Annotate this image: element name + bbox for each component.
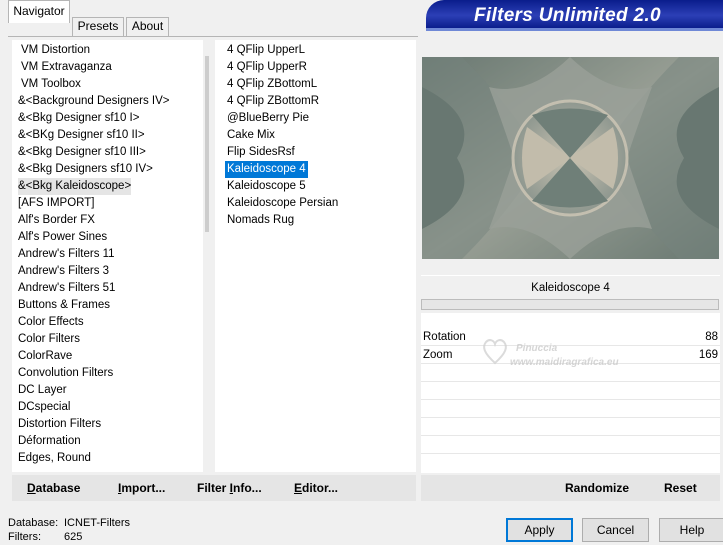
category-item[interactable]: ColorRave — [18, 348, 72, 365]
selected-filter-name: Kaleidoscope 4 — [531, 282, 610, 294]
param-value-zoom[interactable]: 169 — [699, 347, 718, 364]
cancel-button[interactable]: Cancel — [582, 518, 649, 542]
category-item[interactable]: Buttons & Frames — [18, 297, 110, 314]
randomize-button[interactable]: Randomize — [565, 475, 629, 501]
status-filters: Filters: 625 — [8, 531, 82, 544]
param-label-rotation: Rotation — [423, 331, 466, 343]
filter-preview-image — [422, 57, 719, 259]
filter-info-button[interactable]: Filter Info... — [197, 475, 262, 501]
status-database: Database: ICNET-Filters — [8, 517, 130, 530]
param-row-empty — [421, 365, 720, 382]
database-button[interactable]: Database — [27, 475, 80, 501]
filter-item[interactable]: Kaleidoscope 4 — [225, 161, 308, 178]
tab-navigator[interactable]: Navigator — [8, 0, 70, 23]
filter-item[interactable]: 4 QFlip ZBottomR — [225, 93, 321, 110]
scroll-down-icon[interactable]: ▼ — [203, 456, 209, 472]
filter-list[interactable]: 4 QFlip UpperL 4 QFlip UpperR 4 QFlip ZBot… — [215, 40, 416, 472]
category-item[interactable]: &<Bkg Designers sf10 IV> — [18, 161, 153, 178]
category-item[interactable]: DC Layer — [18, 382, 67, 399]
param-row-rotation[interactable]: Rotation 88 — [421, 329, 720, 346]
status-filters-label: Filters: — [8, 531, 41, 543]
category-item[interactable]: Andrew's Filters 51 — [18, 280, 115, 297]
category-item[interactable]: VM Extravaganza — [21, 59, 112, 76]
filter-item[interactable]: Nomads Rug — [225, 212, 296, 229]
kaleidoscope-preview-graphic — [422, 57, 719, 259]
category-item[interactable]: Convolution Filters — [18, 365, 113, 382]
filter-item[interactable]: Cake Mix — [225, 127, 277, 144]
category-item[interactable]: VM Distortion — [21, 42, 90, 59]
filter-item[interactable]: 4 QFlip UpperL — [225, 42, 307, 59]
filter-item[interactable]: 4 QFlip ZBottomL — [225, 76, 319, 93]
category-item[interactable]: Color Filters — [18, 331, 80, 348]
param-row-zoom[interactable]: Zoom 169 — [421, 347, 720, 364]
category-item[interactable]: Déformation — [18, 433, 81, 450]
category-scrollbar[interactable]: ▲ ▼ — [203, 40, 209, 472]
database-accel: D — [27, 481, 36, 495]
category-item[interactable]: Edges, Round — [18, 450, 91, 467]
category-item[interactable]: Alf's Power Sines — [18, 229, 107, 246]
category-item[interactable]: Alf's Border FX — [18, 212, 95, 229]
param-row-empty — [421, 419, 720, 436]
category-item[interactable]: Color Effects — [18, 314, 84, 331]
category-item[interactable]: &<Bkg Designer sf10 I> — [18, 110, 139, 127]
category-item[interactable]: VM Toolbox — [21, 76, 81, 93]
filter-item[interactable]: Kaleidoscope 5 — [225, 178, 308, 195]
category-item[interactable]: DCspecial — [18, 399, 70, 416]
filter-item[interactable]: Kaleidoscope Persian — [225, 195, 340, 212]
category-item[interactable]: Andrew's Filters 3 — [18, 263, 109, 280]
category-item[interactable]: Distortion Filters — [18, 416, 101, 433]
filter-info-label: nfo... — [233, 481, 262, 495]
category-item[interactable]: &<BKg Designer sf10 II> — [18, 127, 145, 144]
list-toolbar: Database Import... Filter Info... Editor… — [12, 475, 416, 501]
category-item[interactable]: [AFS IMPORT] — [18, 195, 94, 212]
database-label: atabase — [35, 481, 81, 495]
filter-item[interactable]: 4 QFlip UpperR — [225, 59, 309, 76]
status-filters-value: 625 — [64, 531, 83, 543]
import-button[interactable]: Import... — [118, 475, 165, 501]
parameter-list[interactable]: Rotation 88 Zoom 169 — [421, 313, 720, 473]
category-item[interactable]: Andrew's Filters 11 — [18, 246, 115, 263]
import-label: mport... — [121, 481, 166, 495]
category-item[interactable]: &<Bkg Designer sf10 III> — [18, 144, 146, 161]
tab-about[interactable]: About — [126, 17, 169, 36]
reset-button[interactable]: Reset — [664, 475, 697, 501]
app-banner: Filters Unlimited 2.0 — [426, 0, 723, 31]
category-list[interactable]: VM Distortion VM Extravaganza VM Toolbox &<… — [12, 40, 209, 472]
apply-button[interactable]: Apply — [506, 518, 573, 542]
editor-label: ditor... — [302, 481, 339, 495]
selected-filter-bar: Kaleidoscope 4 — [421, 275, 720, 299]
param-row-empty — [421, 437, 720, 454]
param-row-empty — [421, 401, 720, 418]
help-button[interactable]: Help — [659, 518, 723, 542]
banner-title: Filters Unlimited 2.0 — [474, 5, 661, 26]
parameter-toolbar: Randomize Reset — [421, 475, 720, 501]
tab-presets[interactable]: Presets — [72, 17, 124, 36]
param-label-zoom: Zoom — [423, 349, 453, 361]
tab-divider — [8, 36, 418, 37]
filter-item[interactable]: @BlueBerry Pie — [225, 110, 311, 127]
scroll-up-icon[interactable]: ▲ — [203, 40, 209, 56]
category-item[interactable]: &<Bkg Kaleidoscope> — [18, 178, 132, 195]
param-value-rotation[interactable]: 88 — [705, 329, 718, 346]
param-row-empty — [421, 383, 720, 400]
editor-accel: E — [294, 481, 303, 495]
scroll-thumb[interactable] — [205, 56, 209, 232]
status-database-label: Database: — [8, 517, 59, 529]
filter-item[interactable]: Flip SidesRsf — [225, 144, 297, 161]
category-item[interactable]: &<Background Designers IV> — [18, 93, 170, 110]
editor-button[interactable]: Editor... — [294, 475, 338, 501]
status-database-value: ICNET-Filters — [64, 517, 130, 529]
filter-info-prefix: Filter — [197, 481, 230, 495]
progress-bar — [421, 299, 719, 310]
